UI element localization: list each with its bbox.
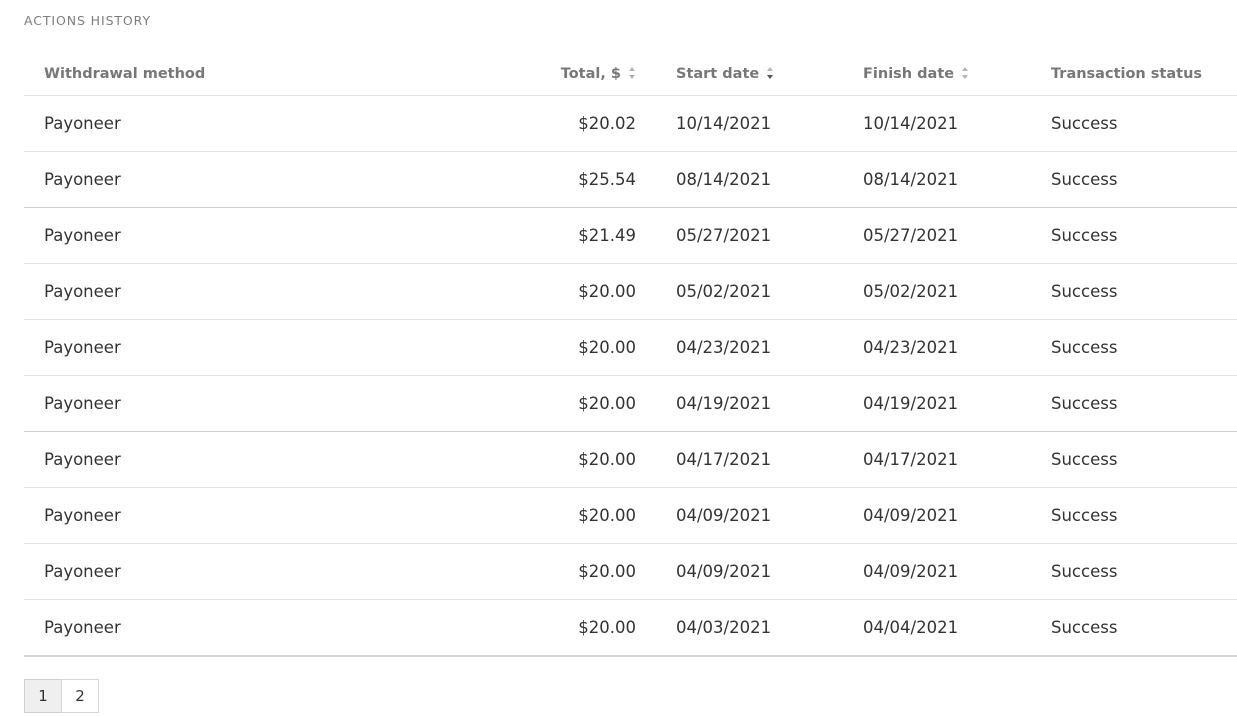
column-header-label: Finish date	[863, 65, 955, 82]
cell-finish-date: 10/14/2021	[863, 95, 1051, 152]
column-header-label: Start date	[676, 65, 760, 82]
cell-start-date: 05/02/2021	[676, 263, 863, 320]
cell-withdrawal-method: Payoneer	[24, 319, 536, 376]
cell-transaction-status: Success	[1051, 207, 1237, 264]
cell-withdrawal-method: Payoneer	[24, 543, 536, 600]
cell-start-date: 04/09/2021	[676, 543, 863, 600]
cell-transaction-status: Success	[1051, 263, 1237, 320]
cell-withdrawal-method: Payoneer	[24, 95, 536, 152]
cell-total: $20.00	[536, 375, 676, 432]
cell-transaction-status: Success	[1051, 599, 1237, 657]
table-row: Payoneer $20.00 04/03/2021 04/04/2021 Su…	[24, 599, 1237, 657]
cell-start-date: 04/19/2021	[676, 375, 863, 432]
cell-withdrawal-method: Payoneer	[24, 431, 536, 488]
column-header-finish-date[interactable]: Finish date	[863, 52, 1051, 96]
cell-transaction-status: Success	[1051, 543, 1237, 600]
sort-descending-icon[interactable]	[767, 66, 774, 79]
cell-transaction-status: Success	[1051, 95, 1237, 152]
cell-finish-date: 04/04/2021	[863, 599, 1051, 657]
cell-finish-date: 04/09/2021	[863, 487, 1051, 544]
cell-start-date: 04/17/2021	[676, 431, 863, 488]
table-row: Payoneer $20.00 04/19/2021 04/19/2021 Su…	[24, 375, 1237, 432]
cell-withdrawal-method: Payoneer	[24, 487, 536, 544]
cell-withdrawal-method: Payoneer	[24, 207, 536, 264]
cell-start-date: 04/03/2021	[676, 599, 863, 657]
sort-icon[interactable]	[629, 66, 636, 79]
cell-withdrawal-method: Payoneer	[24, 263, 536, 320]
cell-transaction-status: Success	[1051, 151, 1237, 208]
column-header-label: Total, $	[560, 65, 621, 82]
cell-start-date: 08/14/2021	[676, 151, 863, 208]
table-row: Payoneer $20.00 05/02/2021 05/02/2021 Su…	[24, 263, 1237, 320]
cell-total: $20.00	[536, 599, 676, 657]
actions-history-table: Withdrawal method Total, $ Start date Fi…	[24, 52, 1237, 657]
cell-total: $20.00	[536, 319, 676, 376]
cell-start-date: 04/23/2021	[676, 319, 863, 376]
table-row: Payoneer $21.49 05/27/2021 05/27/2021 Su…	[24, 207, 1237, 264]
cell-withdrawal-method: Payoneer	[24, 151, 536, 208]
section-title: ACTIONS HISTORY	[24, 13, 151, 28]
cell-transaction-status: Success	[1051, 319, 1237, 376]
cell-start-date: 04/09/2021	[676, 487, 863, 544]
cell-total: $20.00	[536, 263, 676, 320]
cell-total: $20.00	[536, 543, 676, 600]
cell-finish-date: 05/02/2021	[863, 263, 1051, 320]
column-header-start-date[interactable]: Start date	[676, 52, 863, 96]
cell-withdrawal-method: Payoneer	[24, 375, 536, 432]
cell-start-date: 05/27/2021	[676, 207, 863, 264]
table-row: Payoneer $25.54 08/14/2021 08/14/2021 Su…	[24, 151, 1237, 208]
pagination: 1 2	[24, 679, 99, 713]
table-header: Withdrawal method Total, $ Start date Fi…	[24, 52, 1237, 96]
table-row: Payoneer $20.00 04/23/2021 04/23/2021 Su…	[24, 319, 1237, 376]
cell-transaction-status: Success	[1051, 487, 1237, 544]
sort-icon[interactable]	[962, 66, 969, 79]
cell-transaction-status: Success	[1051, 431, 1237, 488]
page-button-1[interactable]: 1	[24, 679, 62, 713]
cell-start-date: 10/14/2021	[676, 95, 863, 152]
cell-finish-date: 04/23/2021	[863, 319, 1051, 376]
column-header-label: Withdrawal method	[44, 65, 206, 82]
table-row: Payoneer $20.02 10/14/2021 10/14/2021 Su…	[24, 95, 1237, 152]
cell-total: $20.00	[536, 487, 676, 544]
column-header-total[interactable]: Total, $	[536, 52, 676, 96]
cell-transaction-status: Success	[1051, 375, 1237, 432]
column-header-withdrawal-method: Withdrawal method	[24, 52, 536, 96]
cell-finish-date: 04/17/2021	[863, 431, 1051, 488]
cell-finish-date: 05/27/2021	[863, 207, 1051, 264]
cell-total: $20.00	[536, 431, 676, 488]
table-row: Payoneer $20.00 04/09/2021 04/09/2021 Su…	[24, 487, 1237, 544]
page-button-2[interactable]: 2	[61, 679, 99, 713]
cell-finish-date: 08/14/2021	[863, 151, 1051, 208]
cell-total: $20.02	[536, 95, 676, 152]
actions-history-table-container: Withdrawal method Total, $ Start date Fi…	[24, 52, 1237, 657]
cell-finish-date: 04/09/2021	[863, 543, 1051, 600]
column-header-transaction-status: Transaction status	[1051, 52, 1237, 96]
table-row: Payoneer $20.00 04/09/2021 04/09/2021 Su…	[24, 543, 1237, 600]
table-body: Payoneer $20.02 10/14/2021 10/14/2021 Su…	[24, 95, 1237, 657]
column-header-label: Transaction status	[1051, 65, 1203, 82]
cell-withdrawal-method: Payoneer	[24, 599, 536, 657]
table-row: Payoneer $20.00 04/17/2021 04/17/2021 Su…	[24, 431, 1237, 488]
cell-total: $21.49	[536, 207, 676, 264]
cell-finish-date: 04/19/2021	[863, 375, 1051, 432]
header-row: Withdrawal method Total, $ Start date Fi…	[24, 52, 1237, 96]
cell-total: $25.54	[536, 151, 676, 208]
